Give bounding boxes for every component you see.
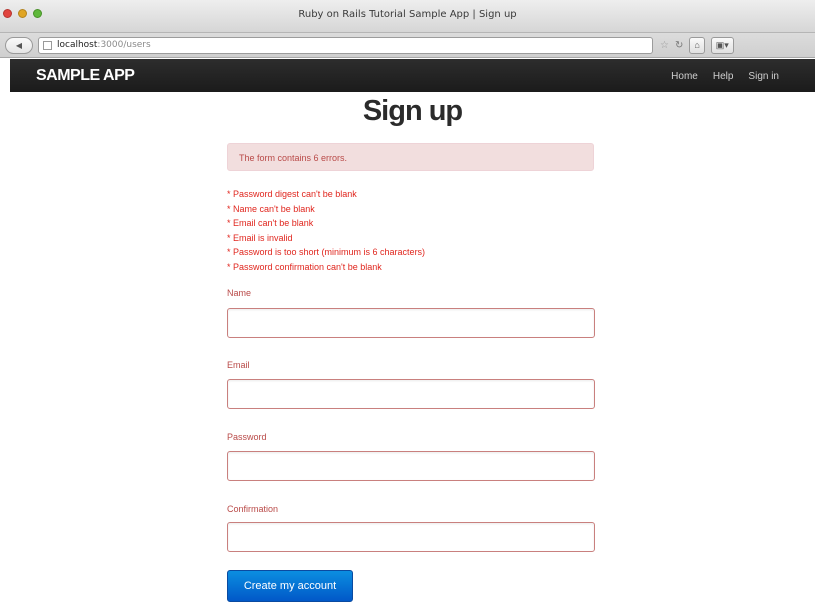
error-item: * Email can't be blank <box>227 218 314 228</box>
error-item: * Email is invalid <box>227 232 293 243</box>
window-title: Ruby on Rails Tutorial Sample App | Sign… <box>298 9 517 20</box>
tabs-button[interactable]: ▣▾ <box>710 37 734 54</box>
error-alert-text: The form contains 6 errors. <box>239 153 348 163</box>
main-content: Sign up The form contains 6 errors. * Pa… <box>10 92 815 602</box>
password-field[interactable] <box>227 451 595 481</box>
brand-logo[interactable]: SAMPLE APP <box>36 67 135 85</box>
tabs-icon: ▣▾ <box>715 40 729 50</box>
error-item: * Password confirmation can't be blank <box>227 261 382 272</box>
url-text: localhost:3000/users <box>57 40 151 50</box>
address-field[interactable]: localhost:3000/users <box>38 37 653 54</box>
browser-toolbar: ◀ localhost:3000/users ☆ ↻ ⌂ ▣▾ <box>0 33 815 58</box>
nav-links: Home Help Sign in <box>671 71 779 82</box>
error-alert: The form contains 6 errors. <box>227 143 594 171</box>
error-item: * Name can't be blank <box>227 203 315 214</box>
error-list: * Password digest can't be blank * Name … <box>227 187 425 274</box>
back-arrow-icon: ◀ <box>15 41 23 50</box>
email-field[interactable] <box>227 379 595 409</box>
name-label: Name <box>227 288 252 298</box>
name-field[interactable] <box>227 308 595 338</box>
confirmation-field[interactable] <box>227 522 595 552</box>
nav-help-link[interactable]: Help <box>713 71 734 82</box>
nav-home-link[interactable]: Home <box>671 71 698 82</box>
page-title: Sign up <box>362 95 463 127</box>
reload-icon[interactable]: ↻ <box>675 40 683 51</box>
home-button[interactable]: ⌂ <box>689 37 705 54</box>
window-titlebar: Ruby on Rails Tutorial Sample App | Sign… <box>0 0 815 33</box>
error-item: * Password is too short (minimum is 6 ch… <box>227 247 426 257</box>
confirmation-label: Confirmation <box>227 504 279 514</box>
url-path: :3000/users <box>97 40 151 50</box>
nav-signin-link[interactable]: Sign in <box>748 71 779 82</box>
password-label: Password <box>227 432 267 442</box>
email-label: Email <box>227 360 250 370</box>
page-icon <box>43 41 52 50</box>
url-host: localhost <box>57 40 98 50</box>
back-button[interactable]: ◀ <box>5 37 33 54</box>
app-navbar: SAMPLE APP Home Help Sign in <box>10 59 815 92</box>
error-item: * Password digest can't be blank <box>227 189 357 199</box>
create-account-button[interactable]: Create my account <box>227 570 353 602</box>
star-icon[interactable]: ☆ <box>660 40 669 51</box>
toolbar-icons: ☆ ↻ ⌂ ▣▾ <box>660 37 734 54</box>
home-icon: ⌂ <box>694 40 700 50</box>
